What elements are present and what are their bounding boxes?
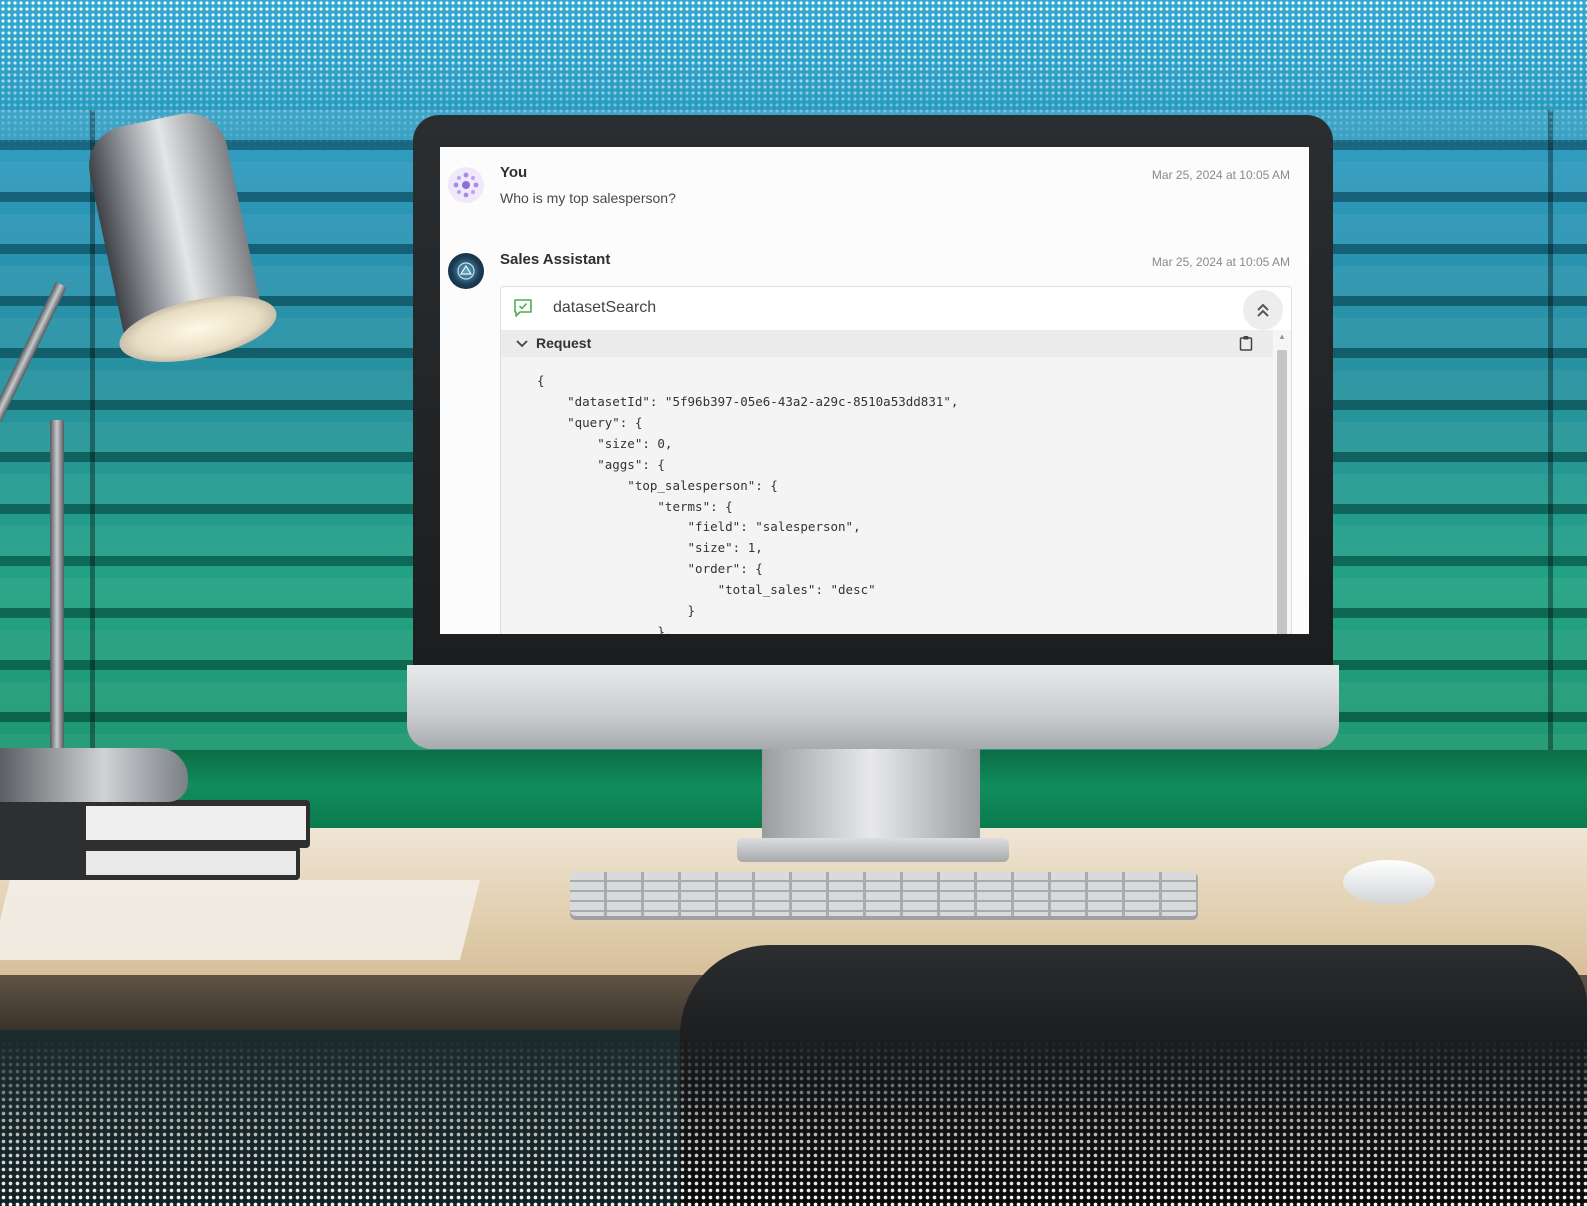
code-line: "datasetId": "5f96b397-05e6-43a2-a29c-85… — [537, 394, 959, 409]
chat-message-assistant: Sales Assistant Mar 25, 2024 at 10:05 AM… — [440, 251, 1309, 634]
scroll-up-arrow-icon[interactable]: ▲ — [1278, 332, 1286, 341]
monitor-stand-neck — [762, 749, 980, 841]
message-sender: You — [500, 164, 528, 181]
tool-name: datasetSearch — [553, 299, 657, 316]
code-line: "query": { — [537, 415, 643, 430]
lamp-pole — [50, 420, 64, 760]
monitor-stand-foot — [737, 838, 1009, 862]
book-bottom — [0, 846, 300, 880]
chevron-down-icon — [515, 337, 529, 351]
code-line: "terms": { — [537, 499, 733, 514]
request-label: Request — [536, 335, 592, 351]
code-line: "total_sales": "desc" — [537, 582, 876, 597]
double-chevron-up-icon — [1257, 303, 1269, 317]
book-top — [0, 800, 310, 848]
code-line: "size": 0, — [537, 436, 673, 451]
code-line: "order": { — [537, 561, 763, 576]
code-line: { — [537, 373, 545, 388]
blind-cord-right — [1548, 110, 1553, 750]
paper-sheet — [0, 880, 480, 960]
message-text: Who is my top salesperson? — [500, 190, 676, 206]
code-line: "aggs": { — [537, 457, 665, 472]
blind-cord-left — [90, 110, 95, 750]
code-line: } — [537, 603, 696, 618]
lamp-base — [0, 748, 188, 802]
collapse-button[interactable] — [1243, 290, 1283, 330]
code-scrollbar[interactable]: ▲ — [1273, 330, 1291, 634]
chat-screen: You Mar 25, 2024 at 10:05 AM Who is my t… — [440, 147, 1309, 634]
code-line: }, — [537, 624, 673, 634]
code-line: "field": "salesperson", — [537, 519, 861, 534]
code-line: "size": 1, — [537, 540, 763, 555]
code-line: "top_salesperson": { — [537, 478, 778, 493]
message-sender: Sales Assistant — [500, 251, 611, 268]
clipboard-icon[interactable] — [1239, 335, 1253, 351]
tool-call-card: datasetSearch Request {"datasetId": "5f… — [500, 286, 1292, 634]
keyboard — [570, 872, 1198, 916]
request-section-toggle[interactable]: Request — [501, 330, 1273, 357]
message-timestamp: Mar 25, 2024 at 10:05 AM — [1151, 168, 1290, 182]
monitor-chin — [407, 665, 1339, 749]
mouse — [1343, 860, 1435, 904]
chat-check-icon — [513, 298, 533, 318]
user-avatar-icon — [448, 167, 484, 203]
chat-message-user: You Mar 25, 2024 at 10:05 AM Who is my t… — [440, 164, 1309, 234]
halftone-overlay-bottom — [0, 1040, 1587, 1206]
request-code-block: { "datasetId": "5f96b397-05e6-43a2-a29c-… — [501, 357, 1273, 634]
message-timestamp: Mar 25, 2024 at 10:05 AM — [1151, 255, 1290, 269]
scrollbar-thumb[interactable] — [1277, 350, 1287, 634]
assistant-avatar-icon — [448, 253, 484, 289]
tool-call-header[interactable]: datasetSearch — [501, 287, 1291, 330]
